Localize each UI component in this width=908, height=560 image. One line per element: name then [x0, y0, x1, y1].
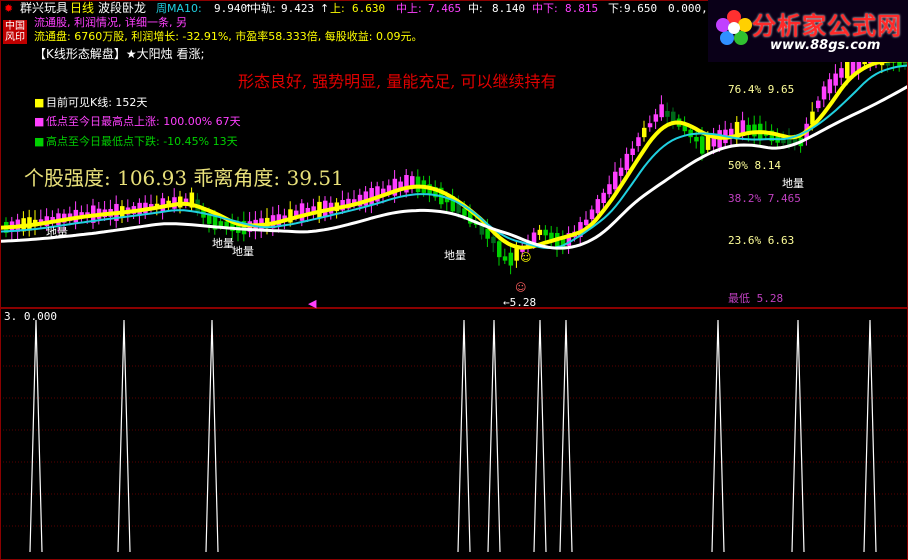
fib-38: 38.2% 7.465	[728, 192, 801, 205]
zhongshang-label: 中上:	[396, 2, 422, 15]
circulation-info: 流通盘: 6760万股, 利润增长: -32.91%, 市盈率58.333倍, …	[34, 30, 423, 43]
fib-50: 50% 8.14	[728, 159, 781, 172]
xia-value: 9.650	[624, 2, 658, 15]
strength-text: 个股强度: 106.93 乖离角度: 39.51	[24, 166, 344, 190]
row2-info: 流通股, 利润情况, 详细一条, 另	[34, 16, 187, 29]
low-price-arrow: ←5.28	[503, 296, 537, 309]
period-label[interactable]: 日线	[70, 2, 94, 14]
up-value: 6.630	[352, 2, 386, 15]
ma-label: 周MA10:	[156, 2, 202, 15]
fib-lowest: 最低 5.28	[728, 292, 784, 305]
low-to-high-text: 低点至今日最高点上涨: 100.00% 67天	[46, 115, 241, 128]
zhongshang-value: 7.465	[428, 2, 462, 15]
site-logo[interactable]: 分析家公式网 www.88gs.com	[708, 0, 908, 62]
trend-comment: 形态良好, 强势明显, 量能充足, 可以继续持有	[238, 72, 557, 91]
smiley-icon-2: ☺	[520, 251, 532, 264]
up-label: 上:	[330, 2, 345, 15]
fib-23: 23.6% 6.63	[728, 234, 795, 247]
diliang-marker-1: 地量	[46, 226, 68, 239]
visible-bars-text: 目前可见K线: 152天	[46, 96, 148, 109]
sub-pane-border	[0, 308, 908, 560]
high-to-low-text: 高点至今日最低点下跌: -10.45% 13天	[46, 135, 238, 148]
sun-icon: ✹	[4, 2, 14, 15]
xia-label: 下:	[608, 2, 623, 15]
indicator-name[interactable]: 波段卧龙	[98, 2, 146, 14]
sub-indicator-value: 3. 0.000	[4, 310, 57, 323]
kline-pattern-title: 【K线形态解盘】★大阳烛 看涨;	[34, 47, 205, 61]
china-seal-badge: 中国 风印	[3, 20, 27, 44]
diliang-marker-2: 地量	[212, 237, 234, 250]
smiley-icon: ☺	[515, 281, 527, 294]
zhongxia-label: 中下:	[532, 2, 558, 15]
mid-value: 9.423	[281, 2, 315, 15]
diliang-marker-3: 地量	[232, 245, 254, 258]
fib-76: 76.4% 9.65	[728, 83, 795, 96]
badge-line-1: 中国	[5, 21, 25, 32]
badge-line-2: 风印	[5, 32, 25, 43]
legend-yellow-square: ■	[34, 96, 45, 109]
arrow-up-icon-2: ↑	[320, 2, 330, 15]
xia-value-2: 0.000,	[668, 2, 708, 15]
zhong-value: 8.140	[492, 2, 526, 15]
zhongxia-value: 8.815	[565, 2, 599, 15]
zhong-label: 中:	[468, 2, 483, 15]
flower-logo-icon	[716, 10, 752, 45]
logo-title: 分析家公式网	[752, 12, 902, 40]
logo-url: www.88gs.com	[770, 38, 881, 53]
mid-label: 中轨:	[250, 2, 276, 15]
chart-window: ✹ 群兴玩具 日线 波段卧龙 周MA10: 9.940 ↑ 中轨: 9.423 …	[0, 0, 908, 560]
legend-magenta-square: ■	[34, 115, 45, 128]
scroll-left-icon[interactable]: ◀	[308, 298, 316, 309]
diliang-marker-4: 地量	[444, 249, 466, 262]
legend-green-square: ■	[34, 135, 45, 148]
stock-name: 群兴玩具	[20, 1, 69, 15]
diliang-marker-5: 地量	[782, 177, 804, 190]
ma-value: 9.940	[214, 2, 248, 15]
